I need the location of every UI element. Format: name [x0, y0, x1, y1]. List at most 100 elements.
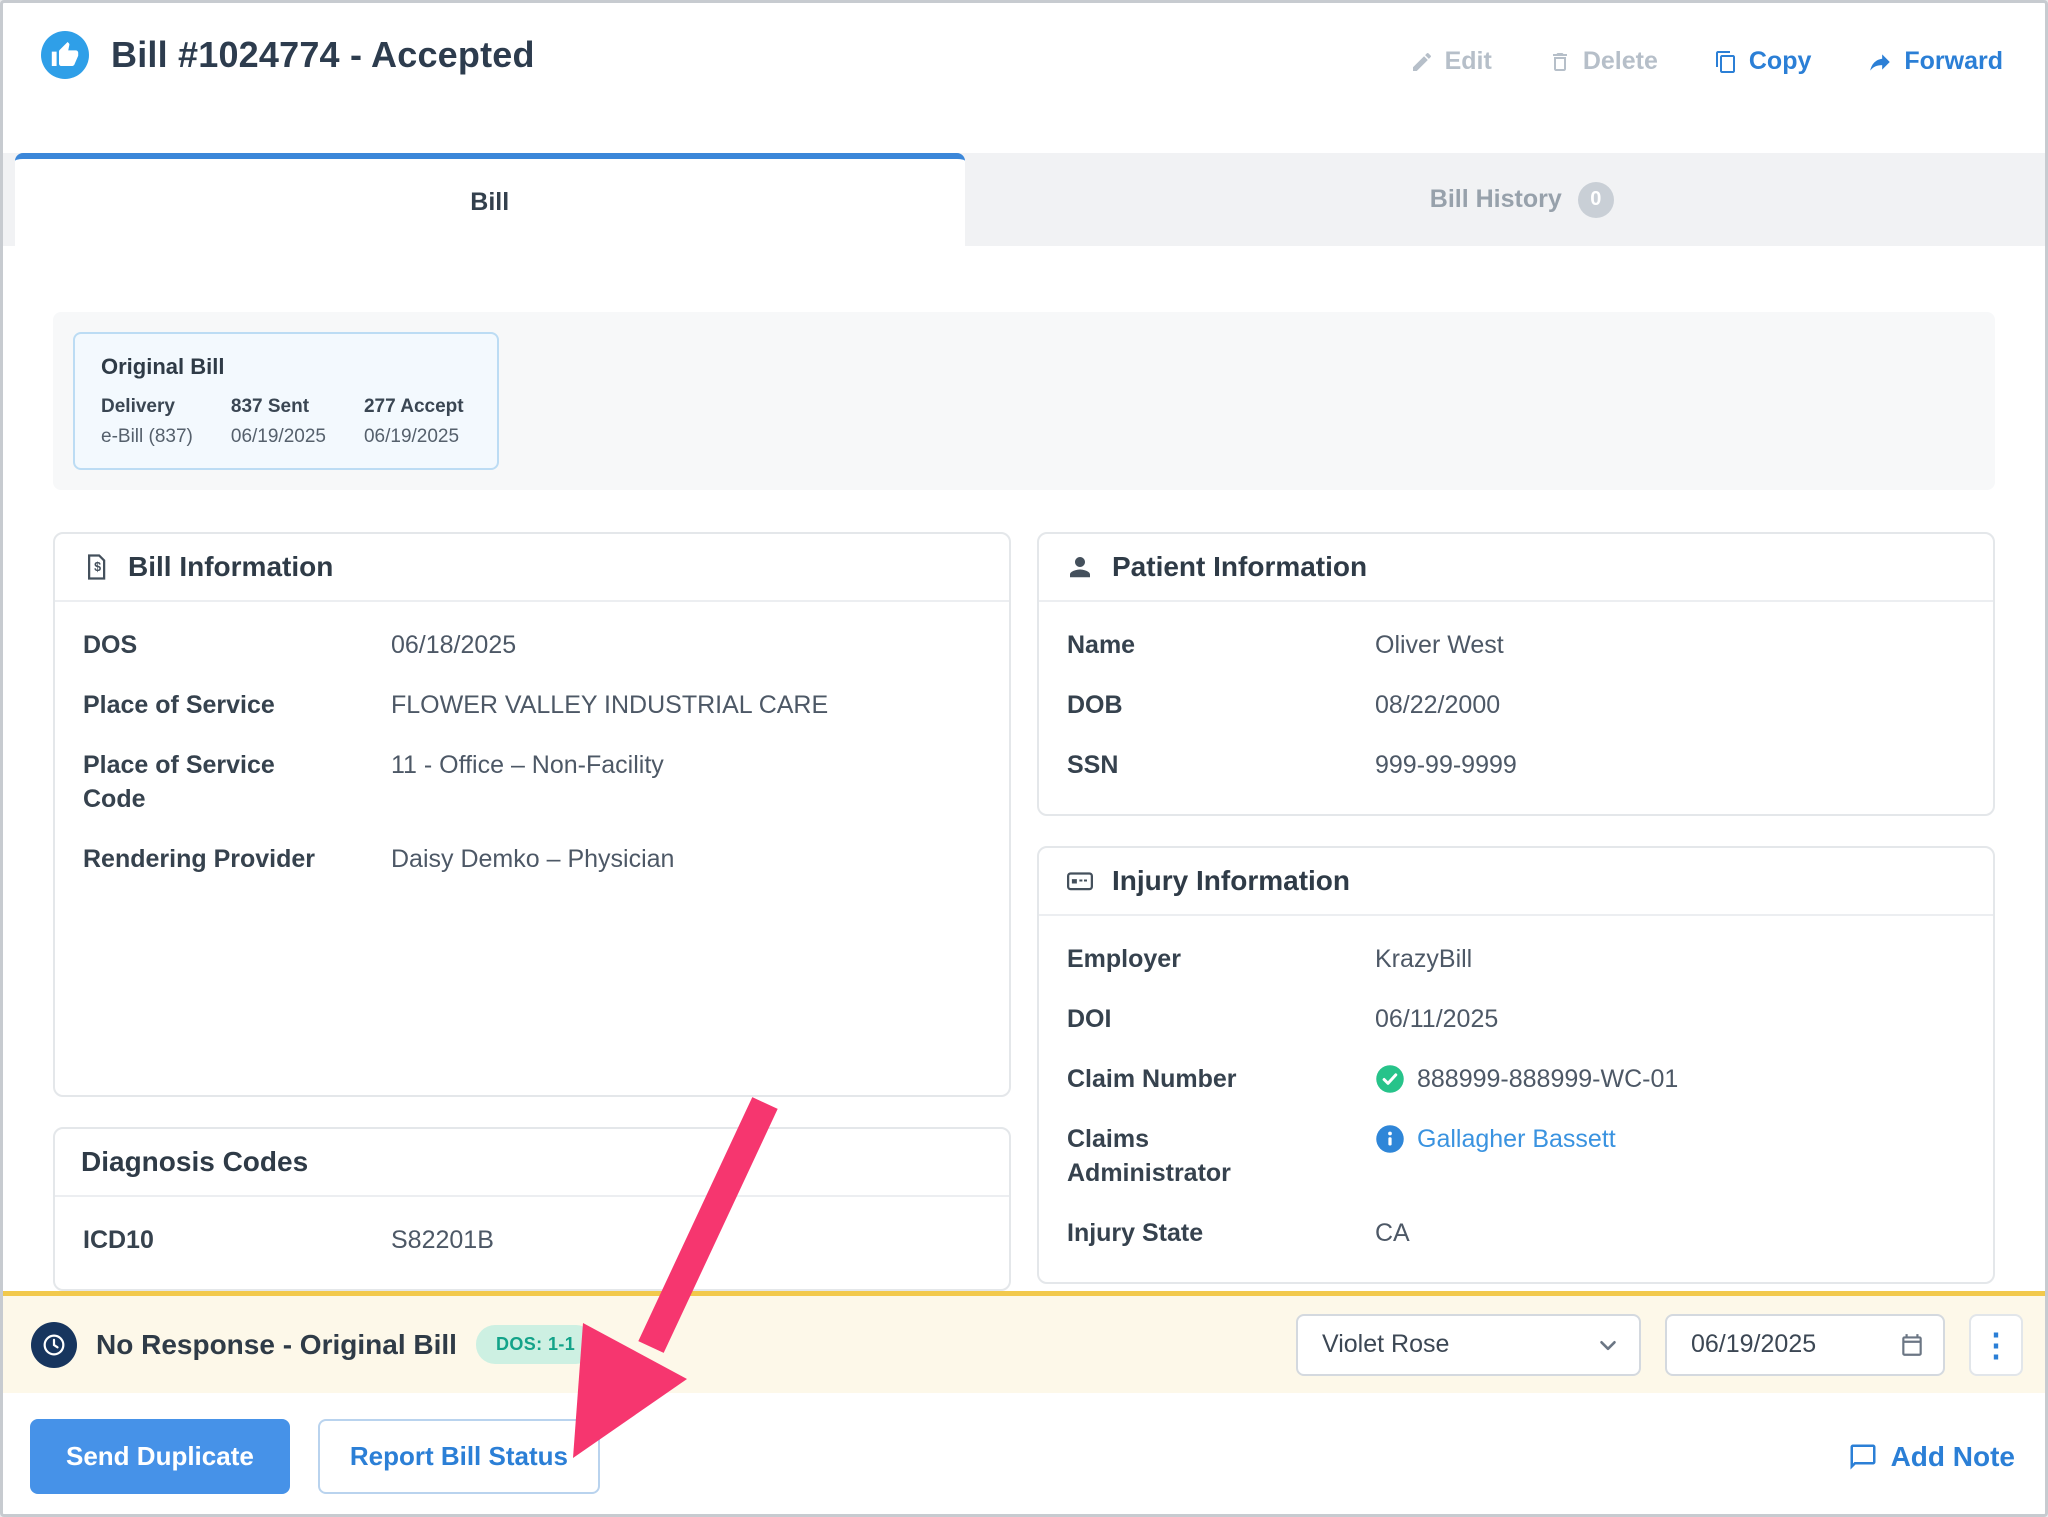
bill-info-row-dos: DOS 06/18/2025 [55, 628, 1009, 662]
kebab-menu-button[interactable]: ⋮ [1969, 1314, 2023, 1376]
forward-label: Forward [1904, 47, 2003, 76]
row-value: 06/11/2025 [1375, 1002, 1498, 1036]
bill-detail-page: Bill #1024774 - Accepted Edit Delete Cop… [0, 0, 2048, 1517]
bill-versions-strip: Original Bill Delivery e-Bill (837) 837 … [53, 312, 1995, 490]
row-label: Claim Number [1067, 1062, 1375, 1096]
bill-information-title: Bill Information [128, 551, 333, 583]
sent-837-label: 837 Sent [231, 396, 326, 418]
patient-row-dob: DOB 08/22/2000 [1039, 688, 1993, 722]
delete-button[interactable]: Delete [1548, 47, 1658, 76]
copy-label: Copy [1749, 47, 1812, 76]
report-bill-status-button[interactable]: Report Bill Status [318, 1419, 600, 1494]
row-label: Claims Administrator [1067, 1122, 1375, 1190]
check-circle-icon [1375, 1064, 1405, 1094]
claims-administrator-link[interactable]: Gallagher Bassett [1417, 1122, 1616, 1156]
delete-label: Delete [1583, 47, 1658, 76]
history-count-badge: 0 [1578, 182, 1614, 218]
copy-icon [1714, 50, 1738, 74]
delivery-value: e-Bill (837) [101, 426, 193, 448]
row-label: DOB [1067, 688, 1375, 722]
tab-bill-label: Bill [470, 188, 509, 217]
accept-277-stat: 277 Accept 06/19/2025 [364, 396, 464, 448]
bill-info-row-rendering-provider: Rendering Provider Daisy Demko – Physici… [55, 842, 1009, 876]
row-value: CA [1375, 1216, 1410, 1250]
patient-person-icon [1065, 552, 1095, 582]
diagnosis-codes-title: Diagnosis Codes [81, 1146, 308, 1178]
accept-277-label: 277 Accept [364, 396, 464, 418]
diagnosis-row-icd10: ICD10 S82201B [55, 1223, 1009, 1257]
original-bill-title: Original Bill [101, 354, 471, 380]
edit-label: Edit [1445, 47, 1492, 76]
assignee-select[interactable]: Violet Rose [1296, 1314, 1641, 1376]
bill-document-icon: $ [81, 552, 111, 582]
send-duplicate-button[interactable]: Send Duplicate [30, 1419, 290, 1494]
assignee-selected-value: Violet Rose [1322, 1330, 1449, 1359]
row-value: KrazyBill [1375, 942, 1472, 976]
row-label: Injury State [1067, 1216, 1375, 1250]
page-header: Bill #1024774 - Accepted Edit Delete Cop… [3, 3, 2045, 153]
pencil-icon [1410, 50, 1434, 74]
injury-card-icon [1065, 866, 1095, 896]
row-label: ICD10 [83, 1223, 391, 1257]
row-value: S82201B [391, 1223, 494, 1257]
row-label: Employer [1067, 942, 1375, 976]
patient-information-panel: Patient Information Name Oliver West DOB… [1037, 532, 1995, 816]
chevron-down-icon [1595, 1332, 1621, 1358]
edit-button[interactable]: Edit [1410, 47, 1492, 76]
patient-row-ssn: SSN 999-99-9999 [1039, 748, 1993, 782]
tab-bar: Bill Bill History 0 [3, 153, 2045, 246]
status-date-value: 06/19/2025 [1691, 1330, 1816, 1359]
row-label: Place of Service [83, 688, 391, 722]
original-bill-card[interactable]: Original Bill Delivery e-Bill (837) 837 … [73, 332, 499, 470]
svg-text:$: $ [94, 560, 101, 574]
row-label: DOI [1067, 1002, 1375, 1036]
clock-icon [31, 1322, 77, 1368]
copy-button[interactable]: Copy [1714, 47, 1812, 76]
row-value: Daisy Demko – Physician [391, 842, 674, 876]
row-value: 06/18/2025 [391, 628, 516, 662]
forward-button[interactable]: Forward [1867, 47, 2003, 76]
send-duplicate-label: Send Duplicate [66, 1441, 254, 1472]
injury-row-claims-administrator: Claims Administrator Gallagher Bassett [1039, 1122, 1993, 1190]
row-label: Name [1067, 628, 1375, 662]
tab-history-label: Bill History [1430, 185, 1562, 214]
row-value: FLOWER VALLEY INDUSTRIAL CARE [391, 688, 828, 722]
injury-row-doi: DOI 06/11/2025 [1039, 1002, 1993, 1036]
info-circle-icon [1375, 1124, 1405, 1154]
injury-information-panel: Injury Information Employer KrazyBill DO… [1037, 846, 1995, 1284]
bill-info-row-pos-code: Place of Service Code 11 - Office – Non-… [55, 748, 1009, 816]
row-label: Rendering Provider [83, 842, 391, 876]
status-banner: No Response - Original Bill DOS: 1-1 Vio… [3, 1291, 2045, 1393]
row-label: SSN [1067, 748, 1375, 782]
delivery-stat: Delivery e-Bill (837) [101, 396, 193, 448]
footer-action-bar: Send Duplicate Report Bill Status Add No… [3, 1393, 2045, 1517]
forward-arrow-icon [1867, 49, 1893, 75]
row-value: Oliver West [1375, 628, 1504, 662]
injury-row-claim-number: Claim Number 888999-888999-WC-01 [1039, 1062, 1993, 1096]
tab-divider [965, 153, 999, 246]
page-title: Bill #1024774 - Accepted [111, 34, 535, 76]
tab-bill-history[interactable]: Bill History 0 [999, 153, 2045, 246]
patient-information-title: Patient Information [1112, 551, 1367, 583]
status-date-input[interactable]: 06/19/2025 [1665, 1314, 1945, 1376]
dos-badge: DOS: 1-1 [476, 1325, 595, 1364]
sent-837-stat: 837 Sent 06/19/2025 [231, 396, 326, 448]
row-label: Place of Service Code [83, 748, 391, 816]
delivery-label: Delivery [101, 396, 193, 418]
row-label: DOS [83, 628, 391, 662]
add-note-button[interactable]: Add Note [1848, 1441, 2015, 1473]
bill-information-panel: $ Bill Information DOS 06/18/2025 Place … [53, 532, 1011, 1097]
add-note-label: Add Note [1891, 1441, 2015, 1473]
patient-row-name: Name Oliver West [1039, 628, 1993, 662]
sent-837-value: 06/19/2025 [231, 426, 326, 448]
bill-tab-content: Original Bill Delivery e-Bill (837) 837 … [3, 246, 2045, 1291]
injury-row-employer: Employer KrazyBill [1039, 942, 1993, 976]
injury-information-title: Injury Information [1112, 865, 1350, 897]
chat-bubble-icon [1848, 1442, 1878, 1472]
kebab-menu-icon: ⋮ [1980, 1326, 2012, 1364]
accept-277-value: 06/19/2025 [364, 426, 464, 448]
row-value: 999-99-9999 [1375, 748, 1517, 782]
bill-status-thumbs-up-icon [41, 31, 89, 79]
calendar-icon [1899, 1332, 1925, 1358]
tab-bill[interactable]: Bill [15, 153, 965, 246]
